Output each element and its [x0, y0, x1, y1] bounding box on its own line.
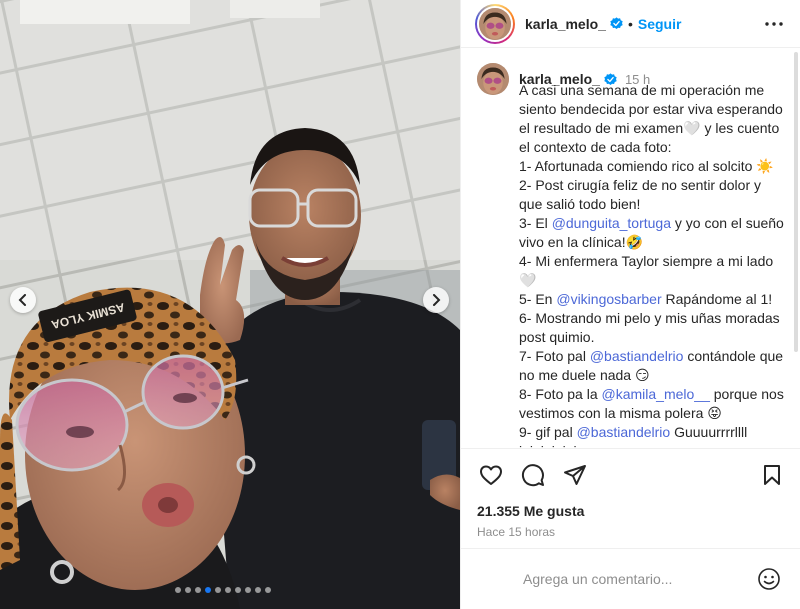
post-timestamp[interactable]: Hace 15 horas: [477, 525, 786, 539]
mention-link[interactable]: @dunguita_tortuga: [552, 215, 671, 231]
post-side-panel: karla_melo_ • Seguir karla_melo_ 15 h A …: [460, 0, 800, 609]
mention-link[interactable]: @vikingosbarber: [556, 291, 661, 307]
post-header: karla_melo_ • Seguir: [461, 0, 800, 48]
more-options-button[interactable]: [762, 12, 786, 36]
caption-line: 2- Post cirugía feliz de no sentir dolor…: [519, 177, 762, 212]
carousel-dot: [225, 587, 231, 593]
chevron-right-icon: [433, 294, 441, 306]
author-username[interactable]: karla_melo_: [525, 16, 606, 32]
carousel-dot: [185, 587, 191, 593]
caption-line: 6- Mostrando mi pelo y mis uñas moradas …: [519, 310, 780, 345]
caption-line: 7- Foto pal @bastiandelrio contándole qu…: [519, 347, 785, 385]
comment-icon: [521, 464, 544, 487]
bookmark-icon: [764, 465, 780, 485]
caption-line: 4- Mi enfermera Taylor siempre a mi lado…: [519, 253, 774, 288]
mention-link[interactable]: @bastiandelrio: [590, 348, 684, 364]
caption-fragment: 3- El: [519, 215, 552, 231]
caption-line: 3- El @dunguita_tortuga y yo con el sueñ…: [519, 214, 785, 252]
mention-link[interactable]: @bastiandelrio: [577, 424, 671, 440]
caption-section: karla_melo_ 15 h A casi una semana de mi…: [461, 49, 799, 448]
comment-bar: [461, 548, 800, 609]
carousel-dot: [245, 587, 251, 593]
save-button[interactable]: [758, 461, 786, 489]
caption-fragment: Rapándome al 1!: [661, 291, 773, 307]
carousel-dot: [215, 587, 221, 593]
avatar-image: [477, 63, 509, 95]
chevron-left-icon: [18, 294, 26, 306]
like-button[interactable]: [477, 461, 505, 489]
post-actions: 21.355 Me gusta Hace 15 horas: [461, 448, 800, 539]
previous-slide-button[interactable]: [10, 287, 36, 313]
caption-line: 9- gif pal @bastiandelrio Guuuurrrrllll …: [519, 423, 785, 448]
follow-button[interactable]: Seguir: [638, 16, 682, 32]
carousel-indicator: [175, 587, 271, 593]
carousel-dot: [265, 587, 271, 593]
caption-fragment: 9- gif pal: [519, 424, 577, 440]
carousel-dot: [205, 587, 211, 593]
next-slide-button[interactable]: [423, 287, 449, 313]
caption-scrollbar[interactable]: [794, 52, 798, 352]
caption-author-avatar[interactable]: [477, 63, 509, 95]
post-photo: ASMIK YLOA: [0, 0, 460, 609]
emoji-smile-icon: [758, 568, 780, 590]
comment-input[interactable]: [523, 571, 756, 587]
carousel-dot: [255, 587, 261, 593]
carousel-dot: [195, 587, 201, 593]
emoji-button[interactable]: [756, 566, 782, 592]
verified-badge-icon: [610, 17, 623, 30]
share-button[interactable]: [561, 461, 589, 489]
avatar-image: [479, 7, 511, 40]
caption-line: 5- En @vikingosbarber Rapándome al 1!: [519, 290, 785, 309]
author-avatar-story-ring[interactable]: [475, 3, 515, 44]
post-media[interactable]: ASMIK YLOA: [0, 0, 460, 609]
caption-fragment: 5- En: [519, 291, 557, 307]
caption-text: A casi una semana de mi operación me sie…: [519, 81, 785, 448]
mention-link[interactable]: @kamila_melo__: [602, 386, 710, 402]
author-avatar[interactable]: [477, 5, 513, 42]
heart-icon: [480, 465, 502, 485]
caption-line: 1- Afortunada comiendo rico al solcito ☀…: [519, 158, 774, 174]
carousel-dot: [235, 587, 241, 593]
caption-fragment: 8- Foto pa la: [519, 386, 602, 402]
caption-fragment: 7- Foto pal: [519, 348, 590, 364]
caption-line: A casi una semana de mi operación me sie…: [519, 82, 783, 155]
caption-line: 8- Foto pa la @kamila_melo__ porque nos …: [519, 385, 785, 423]
send-icon: [564, 465, 586, 485]
carousel-dot: [175, 587, 181, 593]
comment-button[interactable]: [519, 461, 547, 489]
more-horizontal-icon: [765, 21, 783, 26]
header-separator: •: [627, 15, 633, 32]
likes-count[interactable]: 21.355 Me gusta: [477, 503, 786, 519]
